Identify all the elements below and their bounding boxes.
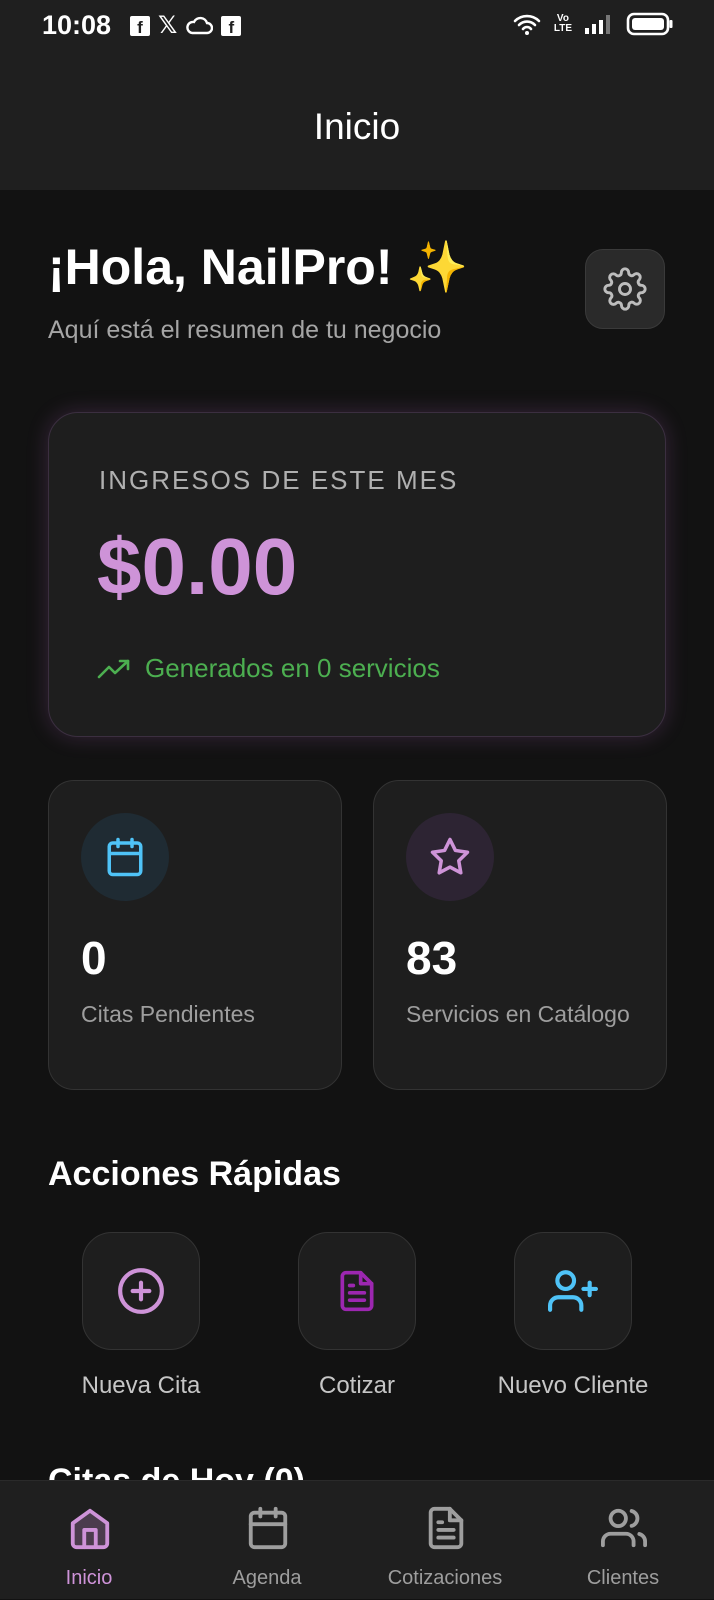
battery-icon (626, 12, 673, 36)
quote-button[interactable] (298, 1232, 416, 1350)
document-icon (340, 1270, 374, 1312)
new-appointment-button[interactable] (82, 1232, 200, 1350)
new-client-button[interactable] (514, 1232, 632, 1350)
nav-item-agenda[interactable]: Agenda (178, 1481, 356, 1600)
nav-label-clientes: Clientes (586, 1567, 660, 1589)
quote-label: Cotizar (318, 1372, 396, 1399)
wifi-icon (513, 14, 541, 35)
status-time: 10:08 (42, 10, 112, 40)
facebook-icon: f (221, 16, 242, 36)
home-icon (70, 1508, 110, 1550)
greeting-title: ¡Hola, NailPro! ✨ (48, 239, 469, 295)
pending-appointments-card[interactable]: 0 Citas Pendientes (48, 780, 342, 1090)
greeting-subtitle: Aquí está el resumen de tu negocio (48, 316, 442, 344)
signal-icon (585, 15, 610, 34)
stat-icon-wrapper (81, 813, 169, 901)
income-trend-text: Generados en 0 servicios (145, 653, 440, 683)
catalog-services-card[interactable]: 83 Servicios en Catálogo (373, 780, 667, 1090)
app-bar: Inicio (0, 54, 714, 190)
monthly-income-card: INGRESOS DE ESTE MES $0.00 Generados en … (48, 412, 666, 737)
catalog-services-value: 83 (406, 932, 458, 984)
nav-item-clientes[interactable]: Clientes (534, 1481, 712, 1600)
gear-icon (603, 267, 647, 311)
nav-label-agenda: Agenda (232, 1567, 302, 1589)
volte-line-2: LTE (553, 23, 572, 34)
catalog-services-label: Servicios en Catálogo (406, 1001, 630, 1027)
user-plus-icon (548, 1270, 598, 1312)
app-title: Inicio (313, 106, 401, 147)
quick-actions-title: Acciones Rápidas (48, 1155, 341, 1193)
notification-icons: f 𝕏 f (130, 12, 242, 39)
new-appointment-action[interactable]: Nueva Cita (41, 1232, 241, 1400)
system-icons: Vo LTE (512, 12, 674, 36)
plus-circle-icon (118, 1268, 164, 1314)
nav-item-cotizaciones[interactable]: Cotizaciones (356, 1481, 534, 1600)
stat-icon-wrapper (406, 813, 494, 901)
nav-label-inicio: Inicio (65, 1567, 113, 1589)
nav-item-inicio[interactable]: Inicio (0, 1481, 178, 1600)
users-icon (601, 1508, 647, 1548)
new-client-label: Nuevo Cliente (497, 1372, 649, 1399)
pending-appointments-value: 0 (81, 932, 107, 984)
settings-button[interactable] (585, 249, 665, 329)
income-trend: Generados en 0 servicios (97, 653, 440, 684)
calendar-icon (107, 837, 143, 877)
calendar-icon (248, 1506, 288, 1550)
new-appointment-label: Nueva Cita (81, 1372, 201, 1399)
x-icon: 𝕏 (158, 12, 178, 39)
quote-action[interactable]: Cotizar (257, 1232, 457, 1400)
trending-up-icon (97, 659, 130, 678)
volte-icon: Vo LTE (554, 14, 572, 34)
star-icon (430, 837, 470, 875)
status-bar: 10:08 f 𝕏 f Vo LTE (0, 0, 714, 54)
nav-label-cotizaciones: Cotizaciones (387, 1567, 503, 1589)
facebook-icon: f (130, 16, 150, 36)
pending-appointments-label: Citas Pendientes (81, 1001, 255, 1027)
document-icon (428, 1506, 464, 1550)
new-client-action[interactable]: Nuevo Cliente (473, 1232, 673, 1400)
bottom-navigation: Inicio Agenda Cotizaciones Clientes (0, 1480, 714, 1599)
income-amount: $0.00 (97, 522, 298, 611)
cloud-icon (186, 16, 214, 35)
income-label: INGRESOS DE ESTE MES (99, 465, 459, 495)
